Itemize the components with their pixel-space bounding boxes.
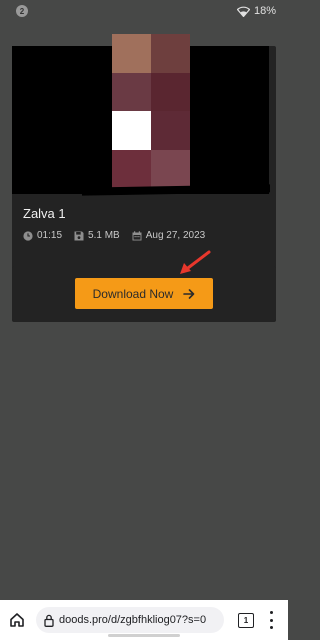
annotation-arrow-icon (180, 250, 211, 274)
thumb-pixel (112, 149, 151, 188)
date-meta: Aug 27, 2023 (132, 230, 206, 241)
status-bar: 2 18% (0, 0, 288, 22)
calendar-icon (132, 230, 142, 240)
home-button[interactable] (6, 609, 28, 631)
home-icon (10, 613, 24, 627)
thumb-pixel (112, 111, 151, 150)
menu-dot (269, 618, 273, 622)
lock-icon (44, 614, 54, 627)
menu-dot (269, 611, 273, 614)
video-duration: 01:15 (37, 230, 63, 241)
arrow-right-icon (183, 288, 195, 299)
video-thumbnail[interactable] (12, 34, 270, 196)
url-bar[interactable]: doods.pro/d/zgbfhkliog07?s=0 (36, 607, 224, 633)
thumb-pixel (151, 149, 190, 188)
thumb-pixel (112, 72, 151, 111)
thumb-pixel (151, 111, 190, 150)
video-size: 5.1 MB (88, 230, 120, 241)
status-right: 18% (236, 5, 276, 17)
video-date: Aug 27, 2023 (145, 230, 206, 241)
download-now-button[interactable]: Download Now (75, 278, 213, 309)
clock-icon (23, 230, 33, 241)
battery-level: 18% (253, 5, 276, 17)
thumbnail-edge (82, 184, 270, 196)
url-text: doods.pro/d/zgbfhkliog07?s=0 (59, 614, 207, 626)
menu-dot (269, 626, 273, 629)
wifi-icon (236, 6, 250, 17)
thumb-pixel (151, 72, 190, 111)
tab-switcher-button[interactable]: 1 (238, 612, 254, 628)
thumb-pixel (112, 34, 151, 73)
video-meta: 01:15 5.1 MB Aug 27, 2023 (23, 230, 213, 241)
thumbnail-pixel-grid (112, 34, 190, 188)
more-menu-button[interactable] (268, 611, 274, 629)
thumb-pixel (151, 34, 190, 73)
size-meta: 5.1 MB (74, 230, 120, 241)
notification-badge: 2 (16, 5, 28, 17)
download-button-label: Download Now (92, 286, 174, 301)
gesture-bar (108, 634, 180, 637)
video-title: Zalva 1 (23, 206, 66, 221)
floppy-disk-icon (74, 231, 84, 240)
duration-meta: 01:15 (23, 230, 62, 241)
download-card: Download Now (12, 266, 276, 321)
